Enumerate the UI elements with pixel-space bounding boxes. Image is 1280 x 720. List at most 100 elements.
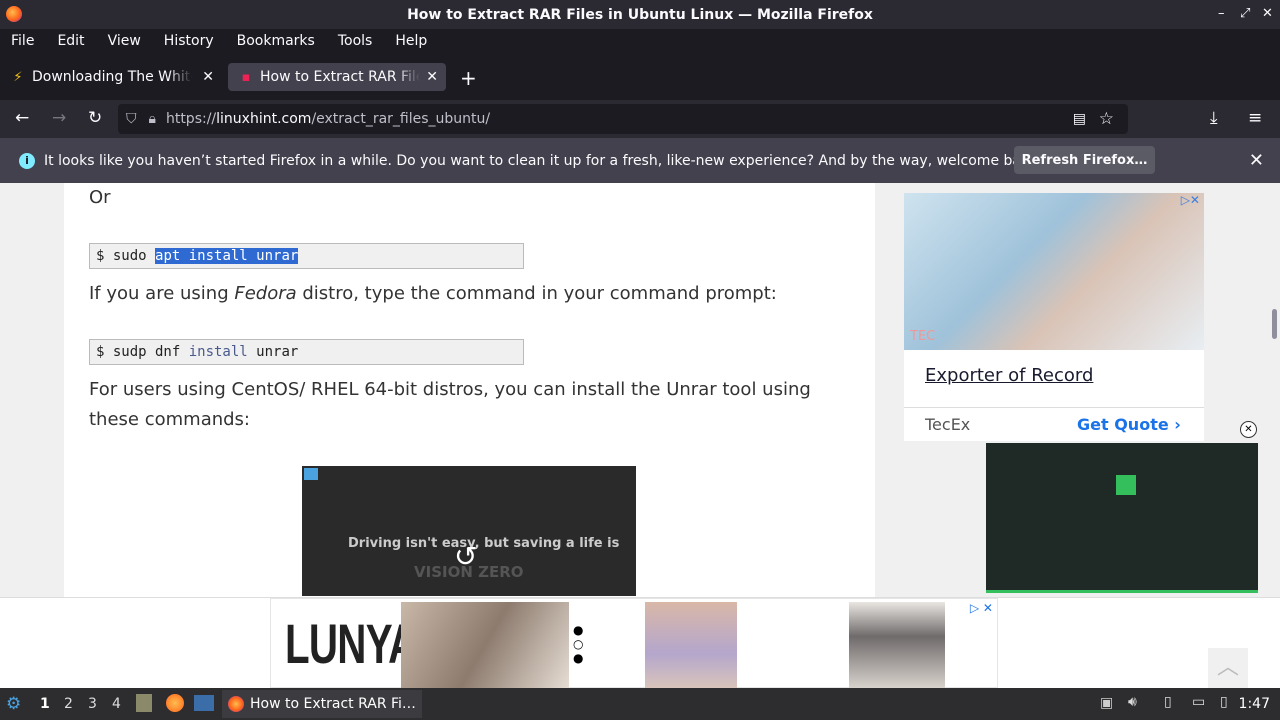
window-titlebar: How to Extract RAR Files in Ubuntu Linux… — [0, 0, 1280, 29]
ad-close-icon[interactable]: ▷ ✕ — [970, 601, 993, 615]
video-progress — [986, 590, 1258, 593]
info-icon: i — [19, 152, 35, 169]
menu-bookmarks[interactable]: Bookmarks — [237, 33, 315, 49]
close-notification-icon[interactable]: ✕ — [1249, 150, 1264, 171]
code-prompt: $ sudp dnf — [96, 344, 189, 360]
start-menu-icon[interactable]: ⚙ — [6, 694, 21, 714]
tab-label: How to Extract RAR Files in Ubuntu Linux — [260, 69, 420, 85]
taskbar-window-label: How to Extract RAR Fi… — [250, 696, 416, 712]
fedora-paragraph: If you are using Fedora distro, type the… — [89, 279, 777, 309]
url-path: /extract_rar_files_ubuntu/ — [311, 111, 491, 127]
code-block-dnf: $ sudp dnf install unrar — [89, 339, 524, 365]
firefox-launcher-icon[interactable] — [166, 694, 184, 712]
url-host: linuxhint.com — [216, 111, 312, 127]
menu-edit[interactable]: Edit — [57, 33, 84, 49]
workspace-4[interactable]: 4 — [112, 696, 121, 712]
get-quote-button[interactable]: Get Quote › — [1077, 415, 1181, 434]
bookmark-star-icon[interactable]: ☆ — [1099, 109, 1114, 129]
ad-close-icon[interactable]: ▷✕ — [1181, 193, 1200, 207]
lunya-brand: LUNYA — [285, 612, 417, 675]
menu-bar: File Edit View History Bookmarks Tools H… — [0, 29, 1280, 53]
terminal-icon[interactable] — [194, 695, 214, 711]
or-text: Or — [89, 187, 111, 208]
shield-icon[interactable]: ⛉ — [126, 111, 137, 127]
maximize-button[interactable]: ⤢ — [1240, 6, 1250, 21]
workspace-1[interactable]: 1 — [40, 696, 50, 712]
lunya-ad[interactable]: LUNYA ● ○ ● ▷ ✕ — [270, 598, 998, 688]
refresh-firefox-button[interactable]: Refresh Firefox… — [1014, 146, 1155, 174]
new-tab-button[interactable]: + — [460, 66, 477, 90]
centos-line-1: For users using CentOS/ RHEL 64-bit dist… — [89, 379, 811, 400]
sidebar-ad[interactable]: TEC ▷✕ Exporter of Record TecEx Get Quot… — [904, 193, 1204, 441]
notification-message: It looks like you haven’t started Firefo… — [44, 152, 1043, 169]
ad-company: TecEx — [925, 415, 971, 434]
reload-button[interactable]: ↻ — [88, 108, 102, 128]
close-tab-icon[interactable]: ✕ — [202, 69, 214, 85]
video-caption: Driving isn't easy, but saving a life is — [348, 536, 620, 551]
ad-photo-1 — [401, 602, 569, 688]
manjaro-logo-icon — [1116, 475, 1136, 495]
carousel-dots[interactable]: ● ○ ● — [573, 623, 583, 665]
back-button[interactable]: ← — [15, 108, 29, 128]
ad-title[interactable]: Exporter of Record — [925, 365, 1093, 386]
downloads-icon[interactable]: ⤓ — [1210, 108, 1218, 128]
lightning-icon: ⚡ — [13, 69, 23, 85]
menu-file[interactable]: File — [11, 33, 34, 49]
ad-choices-icon[interactable] — [304, 468, 318, 480]
tab-label: Downloading The White House — [32, 69, 192, 85]
firefox-icon — [228, 696, 244, 712]
scroll-to-top-button[interactable]: ︿ — [1208, 648, 1248, 688]
fedora-post: distro, type the command in your command… — [296, 283, 777, 304]
url-protocol: https:// — [165, 111, 217, 127]
code-rest: unrar — [247, 344, 299, 360]
forward-button[interactable]: → — [52, 108, 66, 128]
notification-icon[interactable]: ▯ — [1220, 694, 1228, 710]
volume-icon[interactable]: 🔊︎ — [1128, 694, 1137, 710]
url-bar[interactable]: ⛉ 🔒︎ https://linuxhint.com/extract_rar_f… — [118, 104, 1128, 134]
centos-line-2: these commands: — [89, 409, 250, 430]
firefox-logo-icon — [6, 6, 22, 22]
menu-tools[interactable]: Tools — [338, 33, 373, 49]
file-manager-icon[interactable] — [136, 694, 152, 712]
workspace-3[interactable]: 3 — [88, 696, 97, 712]
minimize-button[interactable]: – — [1218, 6, 1225, 21]
taskbar: ⚙ 1 2 3 4 How to Extract RAR Fi… ▣ 🔊︎ ▯ … — [0, 688, 1280, 720]
ad-divider — [904, 407, 1204, 408]
page-scrollbar[interactable] — [1272, 309, 1277, 339]
video-ad[interactable]: Driving isn't easy, but saving a life is… — [302, 466, 636, 596]
ad-watermark: TEC — [910, 329, 936, 344]
workspace-2[interactable]: 2 — [64, 696, 73, 712]
close-window-button[interactable]: ✕ — [1262, 6, 1273, 21]
clock: 1:47 — [1238, 696, 1270, 712]
ad-image: TEC ▷✕ — [904, 193, 1204, 350]
fedora-em: Fedora — [234, 283, 297, 304]
clipboard-icon[interactable]: ▯ — [1164, 694, 1172, 710]
tab-extract-rar[interactable]: ▪ How to Extract RAR Files in Ubuntu Lin… — [228, 63, 446, 91]
ad-photo-2 — [645, 602, 737, 688]
close-tab-icon[interactable]: ✕ — [426, 69, 438, 85]
taskbar-window-firefox[interactable]: How to Extract RAR Fi… — [222, 690, 422, 718]
tab-white-house[interactable]: ⚡ Downloading The White House ✕ — [0, 63, 222, 91]
display-icon[interactable]: ▭ — [1192, 694, 1205, 710]
bottom-banner: LUNYA ● ○ ● ▷ ✕ ︿ — [0, 597, 1280, 688]
reader-view-icon[interactable]: ▤ — [1073, 111, 1086, 127]
video-ad-floating[interactable] — [986, 443, 1258, 593]
window-title: How to Extract RAR Files in Ubuntu Linux… — [407, 6, 873, 23]
ad-photo-3 — [849, 602, 945, 688]
replay-icon[interactable]: ↺ — [454, 540, 477, 573]
menu-help[interactable]: Help — [395, 33, 427, 49]
menu-history[interactable]: History — [164, 33, 214, 49]
notification-bar: i It looks like you haven’t started Fire… — [0, 138, 1280, 183]
close-video-ad-icon[interactable]: ✕ — [1240, 421, 1257, 438]
cta-label: Get Quote — [1077, 415, 1169, 434]
fedora-pre: If you are using — [89, 283, 235, 304]
tab-bar: ⚡ Downloading The White House ✕ ▪ How to… — [0, 53, 1280, 100]
tray-box-icon[interactable]: ▣ — [1100, 695, 1113, 711]
site-favicon-icon: ▪ — [241, 69, 251, 85]
code-keyword: install — [188, 344, 248, 360]
menu-view[interactable]: View — [108, 33, 141, 49]
hamburger-menu-icon[interactable]: ≡ — [1248, 108, 1262, 128]
code-prompt: $ sudo — [96, 248, 156, 264]
lock-icon[interactable]: 🔒︎ — [149, 111, 156, 127]
code-block-apt: $ sudo apt install unrar — [89, 243, 524, 269]
